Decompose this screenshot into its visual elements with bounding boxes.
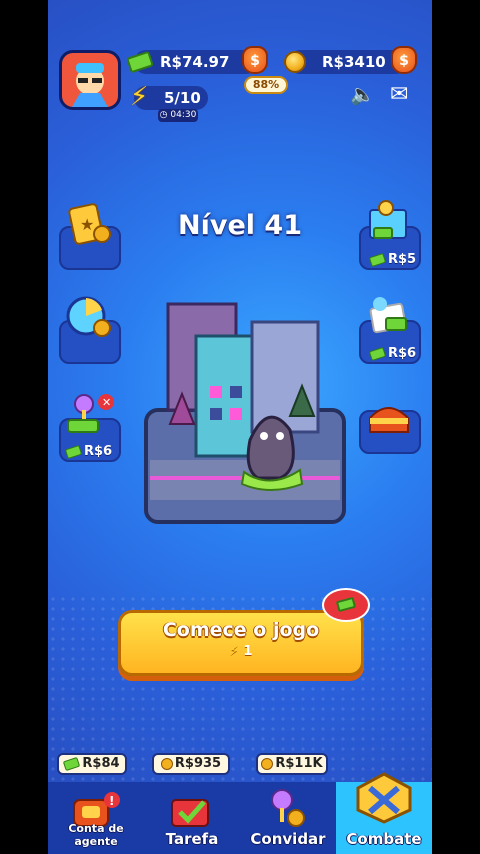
ticket-icon [364, 294, 414, 340]
svg-text:★: ★ [80, 215, 94, 234]
start-game-cost: ⚡ 1 [229, 644, 253, 659]
nav-label-combat: Combate [346, 830, 422, 848]
svg-text:✕: ✕ [102, 396, 111, 409]
cards-icon: ★ [64, 200, 114, 246]
nav-label-agent-account: Conta de agente [68, 822, 124, 848]
side-label-pinball: R$6 [64, 444, 112, 459]
gold-value: R$3410 [322, 53, 386, 71]
invite-icon [271, 789, 305, 827]
combat-icon [356, 772, 412, 824]
mail-icon[interactable]: ✉ [390, 82, 408, 107]
start-game-button[interactable]: Comece o jogo ⚡ 1 [118, 610, 364, 676]
bottom-navigation: ! Conta de agente Tarefa Convidar Combat… [48, 772, 432, 854]
sound-icon[interactable]: 🔈 [350, 82, 375, 106]
nav-item-invite[interactable]: Convidar [240, 782, 336, 854]
cash-bag-percent: 88% [244, 76, 288, 94]
nav-item-agent-account[interactable]: ! Conta de agente [48, 782, 144, 854]
reward-tag-invite: R$11K [256, 753, 328, 775]
gold-bag-icon[interactable]: $ [391, 46, 417, 74]
pinball-icon: ✕ [64, 392, 114, 438]
cash-icon [335, 596, 357, 613]
player-avatar[interactable] [59, 50, 121, 110]
reward-tag-task: R$935 [152, 753, 230, 775]
nav-item-combat[interactable]: Combate [336, 772, 432, 854]
task-icon [171, 799, 209, 827]
game-screen: R$74.97 $ 88% R$3410 $ 5/10 ⚡ ◷ 04:30 🔈 … [48, 0, 432, 854]
nav-item-task[interactable]: Tarefa [144, 782, 240, 854]
city-scene [140, 300, 350, 528]
wheel-icon [64, 294, 114, 340]
cash-bonus-bubble [322, 588, 370, 622]
chest-icon [364, 396, 414, 442]
reward-tag-agent: R$84 [57, 753, 127, 775]
lightning-icon: ⚡ [130, 82, 149, 112]
nav-label-invite: Convidar [250, 830, 326, 848]
gold-coin-icon [284, 51, 306, 73]
lightning-icon: ⚡ [229, 644, 239, 659]
energy-timer: ◷ 04:30 [158, 109, 198, 122]
side-label-ticket: R$6 [368, 346, 416, 361]
energy-value: 5/10 [164, 89, 201, 107]
cash-bag-icon[interactable]: $ [242, 46, 268, 74]
start-game-label: Comece o jogo [162, 619, 320, 641]
nav-label-task: Tarefa [165, 830, 219, 848]
gold-balance: R$3410 [288, 50, 408, 74]
energy-timer-value: 04:30 [170, 110, 197, 120]
map-icon [364, 200, 414, 246]
svg-text:!: ! [109, 794, 114, 808]
cash-value: R$74.97 [160, 53, 230, 71]
side-label-map: R$5 [368, 252, 416, 267]
